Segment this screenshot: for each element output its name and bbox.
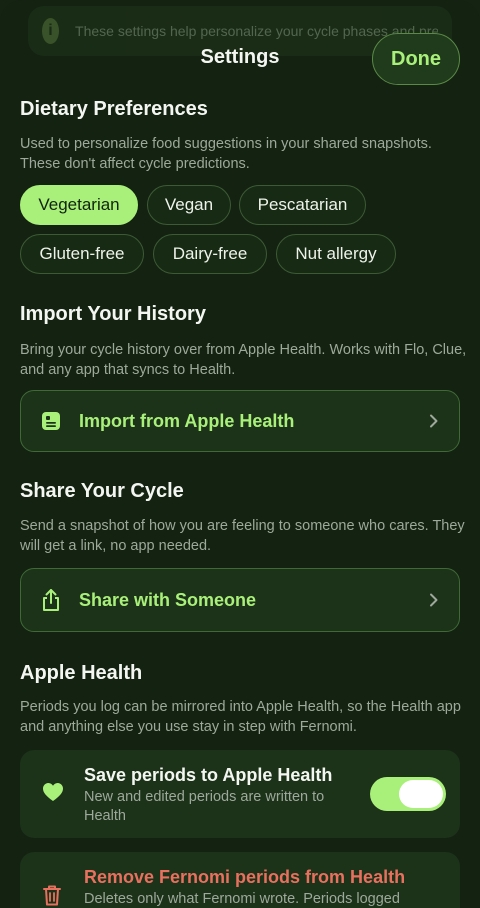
chip-vegan[interactable]: Vegan bbox=[147, 185, 231, 225]
share-with-someone-button[interactable]: Share with Someone bbox=[20, 568, 460, 632]
import-section-title: Import Your History bbox=[20, 303, 206, 325]
share-button-label: Share with Someone bbox=[79, 589, 257, 610]
chip-nut-allergy[interactable]: Nut allergy bbox=[276, 234, 396, 274]
save-periods-subtitle: New and edited periods are written to He… bbox=[84, 789, 325, 824]
chip-pescatarian[interactable]: Pescatarian bbox=[239, 185, 366, 225]
import-from-apple-health-button[interactable]: Import from Apple Health bbox=[20, 390, 460, 452]
info-icon: i bbox=[42, 18, 60, 44]
dietary-section-title: Dietary Preferences bbox=[20, 98, 208, 120]
done-button[interactable]: Done bbox=[372, 33, 460, 85]
settings-sheet: i These settings help personalize your c… bbox=[0, 0, 480, 908]
save-periods-toggle[interactable] bbox=[370, 777, 446, 811]
toggle-knob bbox=[399, 780, 443, 808]
chip-gluten-free[interactable]: Gluten-free bbox=[20, 234, 144, 274]
chevron-right-icon bbox=[427, 593, 441, 607]
chevron-right-icon bbox=[427, 414, 441, 428]
save-periods-row: Save periods to Apple Health New and edi… bbox=[20, 750, 460, 838]
share-icon bbox=[39, 588, 63, 612]
dietary-section-description: Used to personalize food suggestions in … bbox=[20, 136, 432, 172]
remove-periods-title: Remove Fernomi periods from Health bbox=[84, 867, 406, 887]
save-periods-title: Save periods to Apple Health bbox=[84, 765, 333, 785]
import-section-description: Bring your cycle history over from Apple… bbox=[20, 342, 467, 378]
share-section-title: Share Your Cycle bbox=[20, 480, 184, 502]
apple-health-section-title: Apple Health bbox=[20, 662, 143, 684]
remove-periods-row[interactable]: Remove Fernomi periods from Health Delet… bbox=[20, 852, 460, 908]
apple-health-section-description: Periods you log can be mirrored into App… bbox=[20, 699, 461, 735]
import-button-label: Import from Apple Health bbox=[79, 410, 295, 431]
chip-vegetarian[interactable]: Vegetarian bbox=[20, 185, 138, 225]
share-section-description: Send a snapshot of how you are feeling t… bbox=[20, 518, 465, 554]
health-record-icon bbox=[39, 409, 63, 433]
heart-icon bbox=[42, 782, 64, 807]
remove-periods-subtitle: Deletes only what Fernomi wrote. Periods… bbox=[84, 891, 400, 907]
trash-icon bbox=[42, 884, 62, 908]
chip-dairy-free[interactable]: Dairy-free bbox=[153, 234, 267, 274]
